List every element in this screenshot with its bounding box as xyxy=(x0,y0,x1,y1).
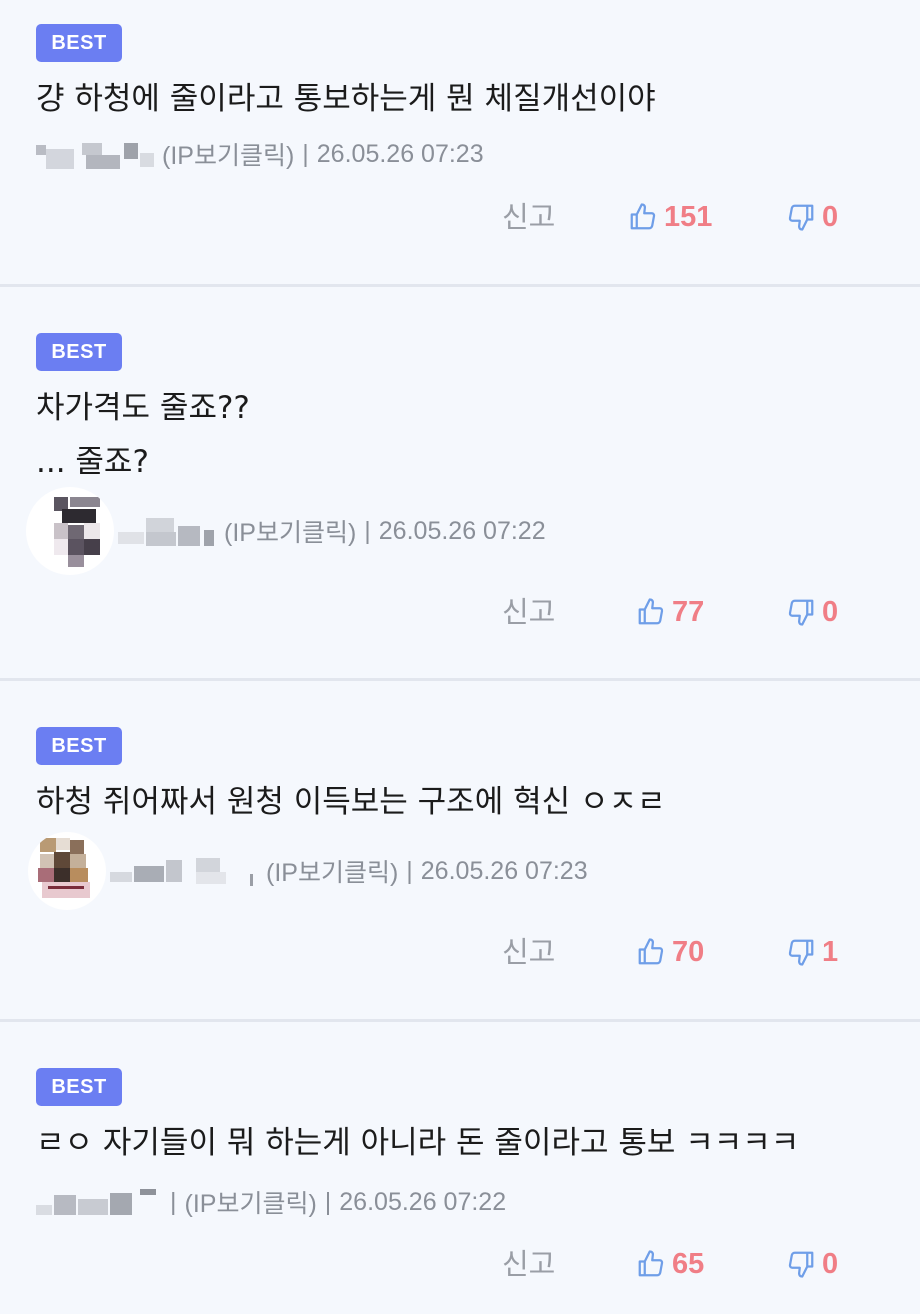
comment-item: BEST 걍 하청에 줄이라고 통보하는게 뭔 체질개선이야 (IP보기클릭) … xyxy=(0,0,920,287)
best-badge: BEST xyxy=(36,333,122,371)
comment-item: BEST 차가격도 줄죠?? ... 줄죠? (IP보기클릭) | 26.05.… xyxy=(0,287,920,681)
masked-nickname xyxy=(36,139,156,169)
report-button[interactable]: 신고 xyxy=(502,1239,555,1289)
dislike-button[interactable]: 0 xyxy=(786,1239,838,1289)
avatar[interactable] xyxy=(26,487,114,575)
thumbs-up-icon xyxy=(638,598,664,625)
comment-timestamp: 26.05.26 07:22 xyxy=(339,1187,507,1216)
best-badge: BEST xyxy=(36,1068,122,1106)
meta-separator: | xyxy=(170,1187,177,1216)
avatar[interactable] xyxy=(28,832,106,910)
thumbs-down-icon xyxy=(788,599,814,626)
comment-actions: 신고 151 0 xyxy=(0,192,920,242)
dislike-button[interactable]: 0 xyxy=(786,587,838,637)
comment-text: ㄹㅇ 자기들이 뭐 하는게 아니라 돈 줄이라고 통보 ㅋㅋㅋㅋ xyxy=(36,1116,799,1170)
masked-nickname xyxy=(36,1187,164,1217)
comment-text: 하청 쥐어짜서 원청 이득보는 구조에 혁신 ㅇㅈㄹ xyxy=(36,775,666,829)
comment-timestamp: 26.05.26 07:23 xyxy=(420,856,588,885)
masked-nickname xyxy=(118,516,218,546)
comment-actions: 신고 70 1 xyxy=(0,927,920,977)
comment-actions: 신고 77 0 xyxy=(0,587,920,637)
report-button[interactable]: 신고 xyxy=(502,192,555,242)
comment-item: BEST 하청 쥐어짜서 원청 이득보는 구조에 혁신 ㅇㅈㄹ (IP보기클릭)… xyxy=(0,681,920,1022)
dislike-button[interactable]: 0 xyxy=(786,192,838,242)
comment-text: 차가격도 줄죠?? ... 줄죠? xyxy=(36,381,250,489)
ip-view-link[interactable]: (IP보기클릭) xyxy=(224,513,356,549)
like-count: 65 xyxy=(672,1247,705,1280)
meta-separator: | xyxy=(302,139,309,168)
like-button[interactable]: 65 xyxy=(636,1239,704,1289)
ip-view-link[interactable]: (IP보기클릭) xyxy=(185,1184,317,1220)
like-count: 151 xyxy=(664,200,713,233)
comment-timestamp: 26.05.26 07:22 xyxy=(378,516,546,545)
thumbs-down-icon xyxy=(788,204,814,231)
like-button[interactable]: 70 xyxy=(636,927,704,977)
comment-text-line: ... 줄죠? xyxy=(36,444,149,480)
ip-view-link[interactable]: (IP보기클릭) xyxy=(162,136,294,172)
like-button[interactable]: 77 xyxy=(636,587,704,637)
meta-separator: | xyxy=(406,856,413,885)
meta-separator: | xyxy=(364,516,371,545)
comment-text-line: ㄹㅇ 자기들이 뭐 하는게 아니라 돈 줄이라고 통보 ㅋㅋㅋㅋ xyxy=(36,1125,800,1161)
masked-nickname xyxy=(110,856,260,886)
like-count: 70 xyxy=(672,935,705,968)
dislike-count: 1 xyxy=(822,935,839,968)
comment-meta: (IP보기클릭) | 26.05.26 07:22 xyxy=(26,487,546,575)
like-count: 77 xyxy=(672,595,705,628)
comment-meta: (IP보기클릭) | 26.05.26 07:23 xyxy=(28,831,588,911)
thumbs-up-icon xyxy=(630,203,656,230)
report-button[interactable]: 신고 xyxy=(502,587,555,637)
dislike-count: 0 xyxy=(822,595,839,628)
like-button[interactable]: 151 xyxy=(628,192,712,242)
comment-item: BEST ㄹㅇ 자기들이 뭐 하는게 아니라 돈 줄이라고 통보 ㅋㅋㅋㅋ | … xyxy=(0,1022,920,1314)
thumbs-down-icon xyxy=(788,939,814,966)
comment-text-line: 걍 하청에 줄이라고 통보하는게 뭔 체질개선이야 xyxy=(36,81,656,117)
best-badge: BEST xyxy=(36,24,122,62)
best-badge: BEST xyxy=(36,727,122,765)
comment-meta: | (IP보기클릭) | 26.05.26 07:22 xyxy=(36,1170,506,1234)
comment-meta: (IP보기클릭) | 26.05.26 07:23 xyxy=(36,122,484,186)
dislike-button[interactable]: 1 xyxy=(786,927,838,977)
comment-list: BEST 걍 하청에 줄이라고 통보하는게 뭔 체질개선이야 (IP보기클릭) … xyxy=(0,0,920,1314)
meta-separator: | xyxy=(324,1187,332,1216)
comment-text: 걍 하청에 줄이라고 통보하는게 뭔 체질개선이야 xyxy=(36,72,656,126)
thumbs-down-icon xyxy=(788,1251,814,1278)
report-button[interactable]: 신고 xyxy=(502,927,555,977)
dislike-count: 0 xyxy=(822,1247,839,1280)
comment-timestamp: 26.05.26 07:23 xyxy=(316,139,484,168)
comment-text-line: 차가격도 줄죠?? xyxy=(36,390,250,426)
dislike-count: 0 xyxy=(822,200,839,233)
comment-text-line: 하청 쥐어짜서 원청 이득보는 구조에 혁신 ㅇㅈㄹ xyxy=(36,784,666,820)
thumbs-up-icon xyxy=(638,938,664,965)
thumbs-up-icon xyxy=(638,1250,664,1277)
ip-view-link[interactable]: (IP보기클릭) xyxy=(266,853,398,889)
comment-actions: 신고 65 0 xyxy=(0,1239,920,1289)
